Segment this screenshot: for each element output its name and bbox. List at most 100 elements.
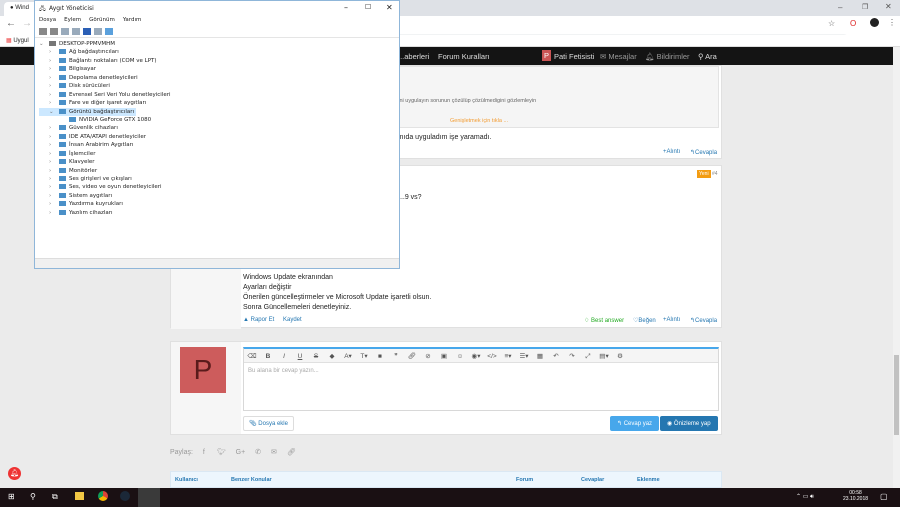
like-button[interactable]: ♡Beğen — [633, 317, 656, 324]
reply-button[interactable]: ↰Cevapla — [690, 149, 717, 156]
back-icon[interactable]: ← — [6, 18, 16, 29]
scan-hardware-icon[interactable] — [105, 28, 113, 35]
video-icon[interactable]: ■ — [372, 353, 388, 360]
expand-arrow-icon[interactable]: › — [49, 48, 59, 56]
reply-button[interactable]: ↰Cevapla — [690, 317, 717, 324]
expand-arrow-icon[interactable]: › — [49, 209, 59, 217]
menu-help[interactable]: Yardım — [123, 17, 142, 23]
tree-category[interactable]: › Bağlantı noktaları (COM ve LPT) — [39, 57, 395, 65]
tree-category[interactable]: › Yazılım cihazları — [39, 209, 395, 217]
bookmark-star-icon[interactable]: ☆ — [828, 19, 835, 28]
search-icon[interactable]: ⚲ — [30, 492, 36, 501]
redo-icon[interactable]: ↷ — [564, 352, 580, 360]
task-view-icon[interactable]: ⧉ — [52, 492, 58, 502]
tree-category[interactable]: › Monitörler — [39, 167, 395, 175]
tree-category[interactable]: › Ağ bağdaştırıcıları — [39, 48, 395, 56]
close-icon[interactable]: ✕ — [386, 3, 393, 12]
tree-category[interactable]: › Ses, video ve oyun denetleyicileri — [39, 183, 395, 191]
steam-icon[interactable] — [120, 491, 130, 501]
clock[interactable]: 00:58 23.10.2018 — [843, 490, 868, 502]
expand-arrow-icon[interactable]: › — [49, 141, 59, 149]
tree-child-item[interactable]: NVIDIA GeForce GTX 1080 — [39, 116, 395, 124]
facebook-icon[interactable]: f — [203, 449, 205, 456]
profile-avatar[interactable] — [870, 18, 879, 27]
whatsapp-icon[interactable]: ✆ — [255, 449, 261, 456]
table-icon[interactable]: ▦ — [532, 352, 548, 360]
link-icon[interactable]: 🔗︎ — [404, 352, 420, 360]
font-size-icon[interactable]: T▾ — [356, 352, 372, 360]
code-icon[interactable]: </> — [484, 353, 500, 360]
expand-arrow-icon[interactable]: › — [49, 57, 59, 65]
menu-action[interactable]: Eylem — [64, 17, 81, 23]
tree-category[interactable]: › İnsan Arabirim Aygıtları — [39, 141, 395, 149]
expand-arrow-icon[interactable]: › — [49, 158, 59, 166]
undo-icon[interactable]: ↶ — [548, 352, 564, 360]
media-icon[interactable]: ◉▾ — [468, 352, 484, 360]
save-button[interactable]: Kaydet — [283, 317, 302, 323]
nav-messages[interactable]: ✉ Mesajlar — [600, 52, 637, 61]
restore-icon[interactable]: ❐ — [862, 3, 868, 11]
align-icon[interactable]: ≡▾ — [500, 352, 516, 360]
show-hide-icon[interactable] — [72, 28, 80, 35]
opera-extension-icon[interactable]: O — [850, 19, 856, 28]
tree-category[interactable]: › Yazdırma kuyrukları — [39, 200, 395, 208]
nav-user[interactable]: Pati Fetisisti — [554, 52, 594, 61]
google-plus-icon[interactable]: G+ — [236, 449, 246, 456]
forward-icon[interactable]: → — [22, 18, 32, 29]
help-icon[interactable] — [83, 28, 91, 35]
image-icon[interactable]: ▣ — [436, 352, 452, 360]
tree-category[interactable]: › Ses girişleri ve çıkışları — [39, 175, 395, 183]
submit-reply-button[interactable]: ↰ Cevap yaz — [610, 416, 660, 431]
tree-category[interactable]: › Disk sürücüleri — [39, 82, 395, 90]
post-number[interactable]: #4 — [712, 171, 718, 177]
expand-arrow-icon[interactable]: › — [49, 167, 59, 175]
fullscreen-icon[interactable]: ⤢ — [580, 353, 596, 361]
minimize-icon[interactable]: – — [344, 3, 348, 12]
tree-category[interactable]: ⌄ Görüntü bağdaştırıcıları — [39, 107, 137, 116]
expand-arrow-icon[interactable]: › — [49, 150, 59, 158]
tree-category[interactable]: › Bilgisayar — [39, 65, 395, 73]
maximize-icon[interactable]: ☐ — [365, 3, 371, 11]
nav-item-rules[interactable]: Forum Kuralları — [438, 52, 490, 61]
color-icon[interactable]: ◆ — [324, 352, 340, 360]
expand-quote-link[interactable]: Genişletmek için tıkla ... — [450, 118, 508, 124]
expand-arrow-icon[interactable]: › — [49, 200, 59, 208]
eraser-icon[interactable]: ⌫ — [244, 352, 260, 360]
user-avatar[interactable]: P — [542, 50, 552, 61]
forward-icon[interactable] — [50, 28, 58, 35]
unlink-icon[interactable]: ⊘ — [420, 352, 436, 360]
expand-arrow-icon[interactable]: › — [49, 183, 59, 191]
expand-arrow-icon[interactable]: › — [49, 133, 59, 141]
quote-button[interactable]: +Alıntı — [663, 149, 680, 155]
system-tray-icons[interactable]: ⌃ ▭ 🔊︎ — [796, 493, 814, 501]
preview-button[interactable]: ◉ Önizleme yap — [660, 416, 718, 431]
tree-category[interactable]: › Klavyeler — [39, 158, 395, 166]
expand-arrow-icon[interactable]: › — [49, 99, 59, 107]
drafts-icon[interactable]: ▤▾ — [596, 352, 612, 360]
properties-icon[interactable] — [61, 28, 69, 35]
menu-view[interactable]: Görünüm — [89, 17, 115, 23]
expand-arrow-icon[interactable]: › — [49, 65, 59, 73]
windows-start-icon[interactable]: ⊞ — [8, 492, 15, 501]
expand-arrow-icon[interactable]: › — [49, 74, 59, 82]
reply-input[interactable]: Bu alana bir cevap yazın... — [244, 363, 718, 409]
underline-icon[interactable]: U — [292, 353, 308, 360]
bold-icon[interactable]: B — [260, 353, 276, 360]
tree-category[interactable]: › Evrensel Seri Veri Yolu denetleyicileri — [39, 91, 395, 99]
quote-button[interactable]: +Alıntı — [663, 317, 680, 323]
device-manager-taskbar-icon[interactable] — [138, 488, 160, 507]
quote-icon[interactable]: ❞ — [388, 352, 404, 360]
expand-arrow-icon[interactable]: › — [49, 192, 59, 200]
twitter-icon[interactable]: 🐦︎ — [217, 449, 226, 456]
action-center-icon[interactable]: ▢ — [880, 492, 888, 501]
italic-icon[interactable]: I — [276, 353, 292, 360]
list-icon[interactable]: ☰▾ — [516, 352, 532, 360]
best-answer-button[interactable]: ♢ Best answer — [584, 317, 624, 324]
nav-alerts[interactable]: 🔔︎ Bildirimler — [645, 52, 690, 61]
settings-icon[interactable]: ⚙ — [612, 352, 628, 360]
attach-file-button[interactable]: 📎︎ Dosya ekle — [243, 416, 294, 431]
expand-arrow-icon[interactable]: › — [49, 82, 59, 90]
tree-category[interactable]: › Depolama denetleyicileri — [39, 74, 395, 82]
notification-bell-icon[interactable]: 🔔︎ — [8, 467, 21, 480]
link-icon[interactable]: 🔗︎ — [287, 449, 296, 456]
